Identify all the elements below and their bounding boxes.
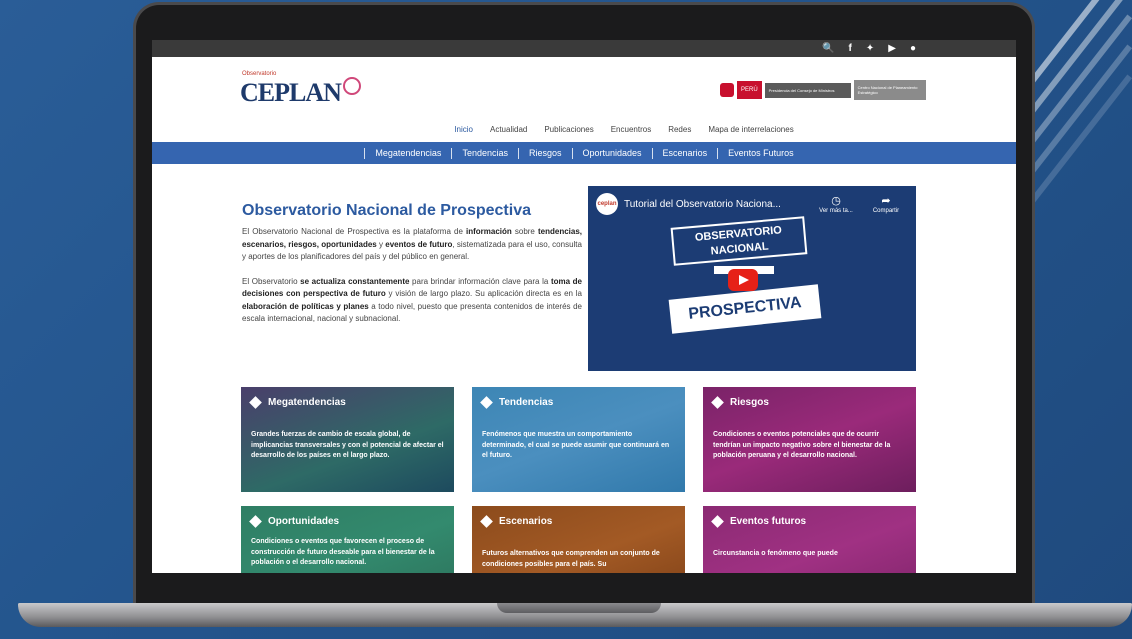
card-title: Escenarios bbox=[499, 516, 553, 527]
video-badge: OBSERVATORIO NACIONAL bbox=[670, 216, 808, 266]
logo-subtitle: Observatorio bbox=[242, 71, 277, 77]
diamond-icon bbox=[711, 396, 724, 409]
share-icon: ➦ bbox=[881, 195, 891, 207]
social-topbar: 🔍 f ✦ ▶ ● bbox=[152, 40, 1016, 57]
nav-actualidad[interactable]: Actualidad bbox=[490, 125, 527, 134]
card-description: Condiciones o eventos que favorecen el p… bbox=[251, 538, 435, 566]
cat-nav-oportunidades[interactable]: Oportunidades bbox=[571, 147, 652, 159]
card-description: Grandes fuerzas de cambio de escala glob… bbox=[251, 431, 444, 459]
card-title: Tendencias bbox=[499, 397, 554, 408]
watch-later-button[interactable]: ◷ Ver más ta... bbox=[814, 194, 858, 214]
category-cards: Megatendencias Grandes fuerzas de cambio… bbox=[241, 387, 917, 573]
intro-section: Observatorio Nacional de Prospectiva El … bbox=[242, 202, 582, 338]
government-logos: PERÚ Presidencia del Consejo de Ministro… bbox=[720, 80, 926, 100]
card-tendencias[interactable]: Tendencias Fenómenos que muestra un comp… bbox=[472, 387, 685, 492]
site-header: Observatorio CEPLAN PERÚ Presidencia del… bbox=[152, 57, 1016, 117]
video-big-word: PROSPECTIVA bbox=[668, 284, 822, 334]
play-button[interactable] bbox=[728, 269, 758, 291]
card-title: Megatendencias bbox=[268, 397, 346, 408]
twitter-icon[interactable]: ✦ bbox=[866, 40, 874, 57]
logo-text: CEPLAN bbox=[240, 78, 342, 107]
card-description: Condiciones o eventos potenciales que de… bbox=[713, 431, 891, 459]
search-icon[interactable]: 🔍 bbox=[822, 40, 834, 57]
card-description: Circunstancia o fenómeno que puede bbox=[713, 550, 838, 557]
diamond-icon bbox=[249, 396, 262, 409]
facebook-icon[interactable]: f bbox=[849, 40, 852, 57]
card-title: Oportunidades bbox=[268, 516, 340, 527]
cat-nav-megatendencias[interactable]: Megatendencias bbox=[364, 147, 451, 159]
category-navigation: Megatendencias Tendencias Riesgos Oportu… bbox=[152, 142, 1016, 164]
peru-shield-icon bbox=[720, 83, 734, 97]
intro-paragraph-2: El Observatorio se actualiza constanteme… bbox=[242, 276, 583, 324]
youtube-icon[interactable]: ▶ bbox=[888, 40, 896, 57]
laptop-screen: 🔍 f ✦ ▶ ● Observatorio CEPLAN PERÚ Presi… bbox=[152, 40, 1016, 573]
share-button[interactable]: ➦ Compartir bbox=[864, 194, 908, 214]
diamond-icon bbox=[711, 515, 724, 528]
cat-nav-eventos-futuros[interactable]: Eventos Futuros bbox=[717, 147, 804, 159]
nav-publicaciones[interactable]: Publicaciones bbox=[544, 125, 593, 134]
card-megatendencias[interactable]: Megatendencias Grandes fuerzas de cambio… bbox=[241, 387, 454, 492]
card-oportunidades[interactable]: Oportunidades Condiciones o eventos que … bbox=[241, 506, 454, 573]
cat-nav-escenarios[interactable]: Escenarios bbox=[651, 147, 718, 159]
centro-badge: Centro Nacional de Planeamiento Estratég… bbox=[853, 80, 926, 100]
ceplan-logo[interactable]: Observatorio CEPLAN bbox=[240, 71, 361, 108]
cat-nav-tendencias[interactable]: Tendencias bbox=[451, 147, 518, 159]
main-navigation: Inicio Actualidad Publicaciones Encuentr… bbox=[152, 117, 1016, 142]
presidencia-badge: Presidencia del Consejo de Ministros bbox=[764, 82, 851, 98]
card-description: Futuros alternativos que comprenden un c… bbox=[482, 550, 660, 568]
nav-inicio[interactable]: Inicio bbox=[454, 125, 473, 134]
diamond-icon bbox=[480, 515, 493, 528]
laptop-notch bbox=[497, 603, 661, 613]
user-icon[interactable]: ● bbox=[910, 40, 916, 57]
nav-redes[interactable]: Redes bbox=[668, 125, 691, 134]
page-title: Observatorio Nacional de Prospectiva bbox=[242, 202, 531, 219]
peru-badge: PERÚ bbox=[737, 81, 762, 99]
card-eventos-futuros[interactable]: Eventos futuros Circunstancia o fenómeno… bbox=[703, 506, 916, 573]
magnifier-icon bbox=[342, 77, 361, 95]
card-description: Fenómenos que muestra un comportamiento … bbox=[482, 431, 670, 459]
diamond-icon bbox=[480, 396, 493, 409]
diamond-icon bbox=[249, 515, 262, 528]
intro-paragraph-1: El Observatorio Nacional de Prospectiva … bbox=[242, 227, 582, 261]
card-title: Riesgos bbox=[730, 397, 769, 408]
video-embed[interactable]: ceplan Tutorial del Observatorio Naciona… bbox=[588, 186, 916, 371]
card-title: Eventos futuros bbox=[730, 516, 807, 527]
nav-encuentros[interactable]: Encuentros bbox=[611, 125, 651, 134]
channel-avatar[interactable]: ceplan bbox=[596, 193, 618, 215]
card-riesgos[interactable]: Riesgos Condiciones o eventos potenciale… bbox=[703, 387, 916, 492]
card-escenarios[interactable]: Escenarios Futuros alternativos que comp… bbox=[472, 506, 685, 573]
video-title[interactable]: Tutorial del Observatorio Naciona... bbox=[624, 199, 808, 210]
nav-mapa-interrelaciones[interactable]: Mapa de interrelaciones bbox=[708, 125, 793, 134]
cat-nav-riesgos[interactable]: Riesgos bbox=[517, 147, 572, 159]
clock-icon: ◷ bbox=[831, 195, 841, 207]
